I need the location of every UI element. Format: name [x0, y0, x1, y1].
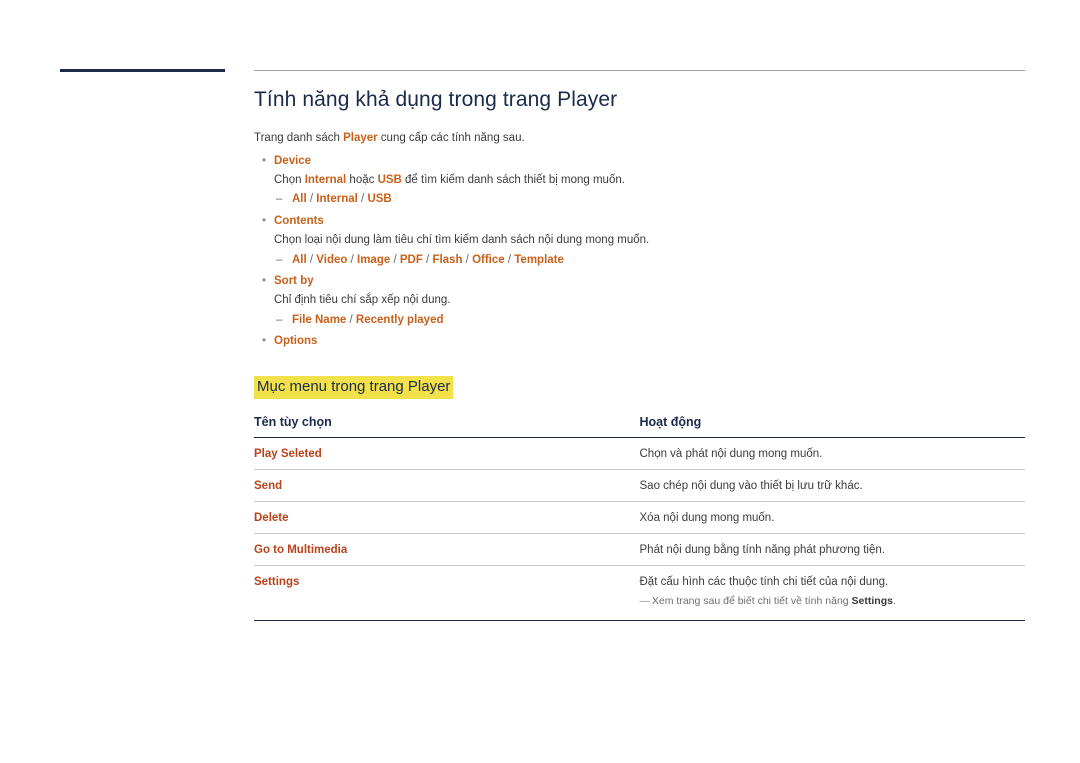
row-name-delete: Delete [254, 501, 640, 535]
feature-name-contents: Contents [254, 212, 1025, 232]
feature-name-device: Device [254, 152, 1025, 172]
row-name-send: Send [254, 469, 640, 503]
header-divider-rule [254, 70, 1025, 71]
desc-part-1: Chọn [274, 173, 305, 186]
feature-item-sort-by: Sort by Chỉ định tiêu chí sắp xếp nội du… [254, 272, 1025, 330]
feature-name-options: Options [254, 332, 1025, 352]
row-action-play-seleted: Chọn và phát nội dung mong muốn. [639, 437, 1025, 471]
intro-paragraph: Trang danh sách Player cung cấp các tính… [254, 130, 1025, 146]
row-name-settings: Settings [254, 565, 640, 621]
intro-text-after: cung cấp các tính năng sau. [377, 132, 525, 144]
feature-item-options: Options [254, 332, 1025, 352]
option-internal: Internal [316, 193, 358, 206]
option-pdf: PDF [399, 253, 423, 266]
desc-keyword-usb: USB [377, 173, 402, 186]
option-usb: USB [367, 193, 392, 206]
desc-part-2: hoặc [346, 173, 378, 186]
option-office: Office [472, 253, 505, 266]
page-title: Tính năng khả dụng trong trang Player [254, 88, 618, 111]
intro-keyword-player: Player [343, 132, 378, 144]
feature-desc-contents: Chọn loại nội dung làm tiêu chí tìm kiếm… [274, 233, 650, 246]
header-accent-rule [60, 69, 225, 72]
footnote-keyword-settings: Settings [851, 595, 893, 608]
row-name-play-seleted: Play Seleted [254, 437, 640, 471]
row-action-settings: Đặt cấu hình các thuộc tính chi tiết của… [639, 565, 1026, 621]
desc-part-3: để tìm kiếm danh sách thiết bị mong muốn… [401, 173, 625, 186]
table-row: Settings Đặt cấu hình các thuộc tính chi… [254, 565, 1026, 621]
row-action-go-to-multimedia: Phát nội dung bằng tính năng phát phương… [639, 533, 1025, 567]
table-row: Send Sao chép nội dung vào thiết bị lưu … [254, 469, 1025, 503]
table-row: Delete Xóa nội dung mong muốn. [254, 501, 1025, 535]
feature-desc-sort-by: Chỉ định tiêu chí sắp xếp nội dung. [274, 293, 451, 306]
option-file-name: File Name [292, 313, 347, 326]
table-header-action: Hoạt động [639, 415, 1025, 439]
feature-item-device: Device Chọn Internal hoặc USB để tìm kiế… [254, 152, 1025, 210]
row-action-delete: Xóa nội dung mong muốn. [639, 501, 1025, 535]
row-name-go-to-multimedia: Go to Multimedia [254, 533, 640, 567]
table-row: Go to Multimedia Phát nội dung bằng tính… [254, 533, 1025, 567]
feature-options-device: All / Internal / USB [254, 189, 1025, 210]
desc-keyword-internal: Internal [304, 173, 347, 186]
option-image: Image [357, 253, 391, 266]
feature-name-sort-by: Sort by [254, 272, 1025, 292]
table-row: Play Seleted Chọn và phát nội dung mong … [254, 437, 1025, 471]
feature-desc-device: Chọn Internal hoặc USB để tìm kiếm danh … [254, 172, 1025, 190]
option-flash: Flash [432, 253, 463, 266]
footnote-text-before: Xem trang sau để biết chi tiết về tính n… [649, 595, 852, 608]
row-action-settings-text: Đặt cấu hình các thuộc tính chi tiết của… [639, 576, 889, 589]
option-all: All [292, 193, 307, 206]
footnote-text-after: . [892, 595, 896, 608]
feature-item-contents: Contents Chọn loại nội dung làm tiêu chí… [254, 212, 1025, 270]
table-footnote: ― Xem trang sau để biết chi tiết về tính… [640, 594, 1026, 610]
section-title: Mục menu trong trang Player [254, 375, 454, 400]
intro-text-before: Trang danh sách [254, 132, 344, 144]
document-page: Tính năng khả dụng trong trang Player Tr… [0, 0, 1080, 763]
page-content: Tính năng khả dụng trong trang Player Tr… [254, 88, 1025, 621]
row-action-send: Sao chép nội dung vào thiết bị lưu trữ k… [639, 469, 1025, 503]
footnote-dash-icon: ― [639, 595, 650, 608]
table-header-row: Tên tùy chọn Hoạt động [254, 415, 1025, 439]
feature-options-contents: All / Video / Image / PDF / Flash / Offi… [254, 250, 1025, 271]
option-template: Template [514, 253, 564, 266]
table-header-option-name: Tên tùy chọn [254, 415, 640, 439]
option-all: All [292, 253, 307, 266]
feature-options-sort-by: File Name / Recently played [254, 310, 1025, 331]
feature-list: Device Chọn Internal hoặc USB để tìm kiế… [254, 152, 1025, 352]
option-video: Video [316, 253, 348, 266]
options-table: Tên tùy chọn Hoạt động Play Seleted Chọn… [254, 415, 1025, 621]
option-recently-played: Recently played [355, 313, 444, 326]
